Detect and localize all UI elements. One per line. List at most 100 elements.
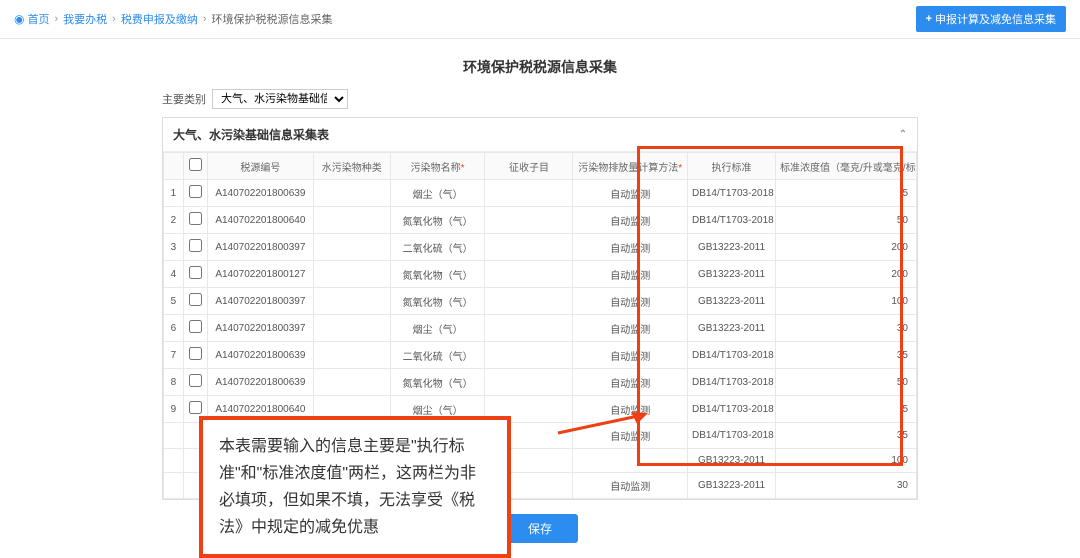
cell-standard: DB14/T1703-2018 — [687, 423, 775, 449]
declare-calc-label: 申报计算及减免信息采集 — [935, 11, 1056, 27]
cell-method: 自动监测 — [573, 180, 687, 207]
row-checkbox[interactable] — [189, 212, 202, 225]
breadcrumb-current: 环境保护税税源信息采集 — [212, 11, 333, 27]
cell-value: 200 — [776, 234, 917, 261]
cell-code: A140702201800127 — [208, 261, 314, 288]
cell-index: 2 — [164, 207, 184, 234]
cell-standard: DB14/T1703-2018 — [687, 342, 775, 369]
cell-name: 氮氧化物（气） — [390, 288, 485, 315]
cell-code: A140702201800397 — [208, 288, 314, 315]
cell-checkbox — [183, 288, 207, 315]
select-all-checkbox[interactable] — [189, 158, 202, 171]
collapse-icon[interactable]: ⌃ — [899, 129, 907, 140]
cell-checkbox — [183, 207, 207, 234]
col-taxsource-code: 税源编号 — [208, 153, 314, 180]
cell-index: 8 — [164, 369, 184, 396]
table-row: 2A140702201800640氮氧化物（气）自动监测DB14/T1703-2… — [164, 207, 917, 234]
cell-standard: DB14/T1703-2018 — [687, 396, 775, 423]
cell-value: 5 — [776, 180, 917, 207]
breadcrumb-item1[interactable]: 我要办税 — [63, 11, 107, 27]
cell-name: 烟尘（气） — [390, 180, 485, 207]
cell-name: 氮氧化物（气） — [390, 261, 485, 288]
row-checkbox[interactable] — [189, 401, 202, 414]
col-levy-subitem: 征收子目 — [485, 153, 573, 180]
cell-method: 自动监测 — [573, 207, 687, 234]
cell-standard: GB13223-2011 — [687, 234, 775, 261]
cell-sub — [485, 207, 573, 234]
cell-index: 7 — [164, 342, 184, 369]
cell-standard: GB13223-2011 — [687, 288, 775, 315]
row-checkbox[interactable] — [189, 266, 202, 279]
cell-type — [313, 180, 390, 207]
col-checkbox — [183, 153, 207, 180]
arrow-icon — [553, 408, 653, 438]
cell-index: 1 — [164, 180, 184, 207]
cell-value: 100 — [776, 288, 917, 315]
cell-standard: DB14/T1703-2018 — [687, 207, 775, 234]
cell-code: A140702201800640 — [208, 207, 314, 234]
table-row: 8A140702201800639氮氧化物（气）自动监测DB14/T1703-2… — [164, 369, 917, 396]
row-checkbox[interactable] — [189, 347, 202, 360]
cell-name: 二氧化硫（气） — [390, 234, 485, 261]
cell-code: A140702201800639 — [208, 342, 314, 369]
row-checkbox[interactable] — [189, 374, 202, 387]
cell-value: 35 — [776, 423, 917, 449]
page-title: 环境保护税税源信息采集 — [0, 39, 1080, 85]
col-pollutant-type: 水污染物种类 — [313, 153, 390, 180]
cell-method: 自动监测 — [573, 261, 687, 288]
cell-type — [313, 261, 390, 288]
cell-checkbox — [183, 342, 207, 369]
cell-standard: GB13223-2011 — [687, 261, 775, 288]
location-icon: ◉ — [14, 12, 24, 26]
cell-value: 35 — [776, 342, 917, 369]
cell-sub — [485, 180, 573, 207]
breadcrumb: ◉ 首页 › 我要办税 › 税费申报及缴纳 › 环境保护税税源信息采集 — [14, 11, 333, 27]
cell-sub — [485, 234, 573, 261]
col-pollutant-name: 污染物名称* — [390, 153, 485, 180]
cell-method: 自动监测 — [573, 369, 687, 396]
cell-code: A140702201800397 — [208, 234, 314, 261]
cell-name: 二氧化硫（气） — [390, 342, 485, 369]
cell-sub — [485, 369, 573, 396]
cell-index — [164, 449, 184, 473]
col-index — [164, 153, 184, 180]
row-checkbox[interactable] — [189, 239, 202, 252]
save-button[interactable]: 保存 — [502, 514, 578, 543]
col-concentration: 标准浓度值（毫克/升或毫克/标立方米） — [776, 153, 917, 180]
category-select[interactable]: 大气、水污染物基础信息采集表 — [212, 89, 348, 109]
cell-value: 30 — [776, 473, 917, 499]
cell-method: 自动监测 — [573, 288, 687, 315]
cell-sub — [485, 315, 573, 342]
cell-standard: DB14/T1703-2018 — [687, 180, 775, 207]
cell-checkbox — [183, 234, 207, 261]
breadcrumb-home[interactable]: 首页 — [27, 11, 49, 27]
breadcrumb-sep: › — [112, 13, 116, 25]
breadcrumb-sep: › — [54, 13, 58, 25]
cell-value: 50 — [776, 207, 917, 234]
row-checkbox[interactable] — [189, 293, 202, 306]
table-row: 4A140702201800127氮氧化物（气）自动监测GB13223-2011… — [164, 261, 917, 288]
cell-value: 50 — [776, 369, 917, 396]
table-row: 1A140702201800639烟尘（气）自动监测DB14/T1703-201… — [164, 180, 917, 207]
table-row: 6A140702201800397烟尘（气）自动监测GB13223-201130 — [164, 315, 917, 342]
cell-method: 自动监测 — [573, 234, 687, 261]
cell-sub — [485, 342, 573, 369]
cell-value: 200 — [776, 261, 917, 288]
row-checkbox[interactable] — [189, 320, 202, 333]
cell-value: 100 — [776, 449, 917, 473]
cell-index: 6 — [164, 315, 184, 342]
cell-sub — [485, 288, 573, 315]
declare-calc-button[interactable]: + 申报计算及减免信息采集 — [916, 6, 1066, 32]
breadcrumb-item2[interactable]: 税费申报及缴纳 — [121, 11, 198, 27]
cell-index: 9 — [164, 396, 184, 423]
cell-standard: GB13223-2011 — [687, 315, 775, 342]
table-row: 7A140702201800639二氧化硫（气）自动监测DB14/T1703-2… — [164, 342, 917, 369]
table-row: 3A140702201800397二氧化硫（气）自动监测GB13223-2011… — [164, 234, 917, 261]
col-calc-method: 污染物排放量计算方法* — [573, 153, 687, 180]
cell-name: 氮氧化物（气） — [390, 369, 485, 396]
annotation-box: 本表需要输入的信息主要是"执行标准"和"标准浓度值"两栏，这两栏为非必填项，但如… — [199, 416, 511, 558]
cell-standard: DB14/T1703-2018 — [687, 369, 775, 396]
cell-standard: GB13223-2011 — [687, 449, 775, 473]
row-checkbox[interactable] — [189, 185, 202, 198]
table-row: 5A140702201800397氮氧化物（气）自动监测GB13223-2011… — [164, 288, 917, 315]
